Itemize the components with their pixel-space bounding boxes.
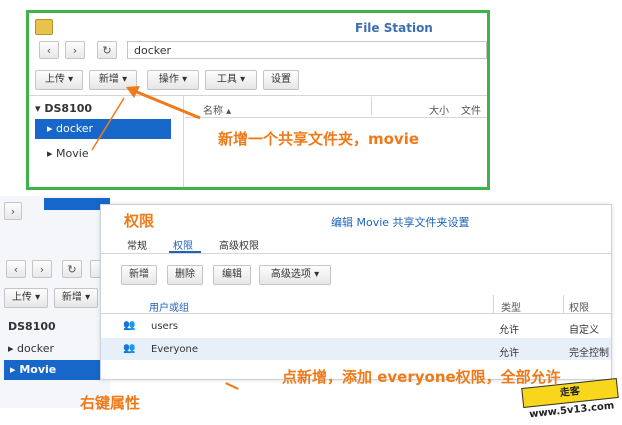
row-permission: 完全控制: [569, 348, 609, 359]
annotation-add-everyone: 点新增，添加 everyone权限，全部允许: [282, 368, 561, 386]
column-divider: [493, 295, 494, 313]
arrow-to-new-button: [131, 88, 201, 120]
column-permission[interactable]: 权限: [569, 299, 589, 314]
background-window: › ‹ › ↻ 上传 ▾ 新增 ▾ DS8100 ▸ docker ▸ Movi…: [0, 196, 110, 408]
delete-button[interactable]: 删除: [167, 265, 203, 285]
table-row[interactable]: 👥 users 允许 自定义: [101, 315, 611, 337]
bg-tree-root[interactable]: DS8100: [8, 320, 56, 333]
tree-item-label: Movie: [19, 363, 57, 376]
arrow-to-movie: [91, 97, 125, 151]
tab-permissions[interactable]: 权限: [173, 237, 193, 252]
row-user: Everyone: [151, 344, 199, 355]
bg-new-button[interactable]: 新增 ▾: [54, 288, 98, 308]
annotation-permissions: 权限: [124, 212, 155, 230]
row-type: 允许: [499, 325, 519, 336]
tab-general[interactable]: 常规: [127, 237, 147, 252]
refresh-icon: ↻: [67, 263, 77, 276]
row-user: users: [151, 321, 179, 332]
bg-tree-item-movie[interactable]: ▸ Movie: [4, 360, 104, 380]
tab-advanced[interactable]: 高级权限: [219, 237, 259, 252]
tab-divider: [101, 253, 611, 254]
dialog-title: 编辑 Movie 共享文件夹设置: [331, 216, 470, 229]
column-type[interactable]: 类型: [501, 299, 521, 314]
bg-refresh-button[interactable]: ↻: [62, 260, 82, 278]
user-group-icon: 👥: [123, 320, 136, 331]
header-line: [101, 313, 611, 314]
bg-upload-button[interactable]: 上传 ▾: [4, 288, 48, 308]
column-divider: [563, 295, 564, 313]
add-button[interactable]: 新增: [121, 265, 157, 285]
row-type: 允许: [499, 348, 519, 359]
advanced-options-button[interactable]: 高级选项 ▾: [259, 265, 331, 285]
tree-item-label: docker: [17, 342, 55, 355]
annotation-right-click: 右键属性: [80, 394, 141, 412]
column-user[interactable]: 用户或组: [149, 299, 189, 314]
bg-tree-item-docker[interactable]: ▸ docker: [8, 342, 54, 355]
user-group-icon: 👥: [123, 343, 136, 354]
edit-button[interactable]: 编辑: [213, 265, 251, 285]
annotation-create-folder: 新增一个共享文件夹，movie: [218, 130, 420, 148]
bg-forward-button-2[interactable]: ›: [32, 260, 52, 278]
bg-forward-button[interactable]: ›: [4, 202, 22, 220]
row-permission: 自定义: [569, 325, 599, 336]
table-row[interactable]: 👥 Everyone 允许 完全控制: [101, 338, 611, 360]
share-settings-dialog: 编辑 Movie 共享文件夹设置 常规 权限 高级权限 新增 删除 编辑 高级选…: [100, 204, 612, 380]
bg-back-button[interactable]: ‹: [6, 260, 26, 278]
